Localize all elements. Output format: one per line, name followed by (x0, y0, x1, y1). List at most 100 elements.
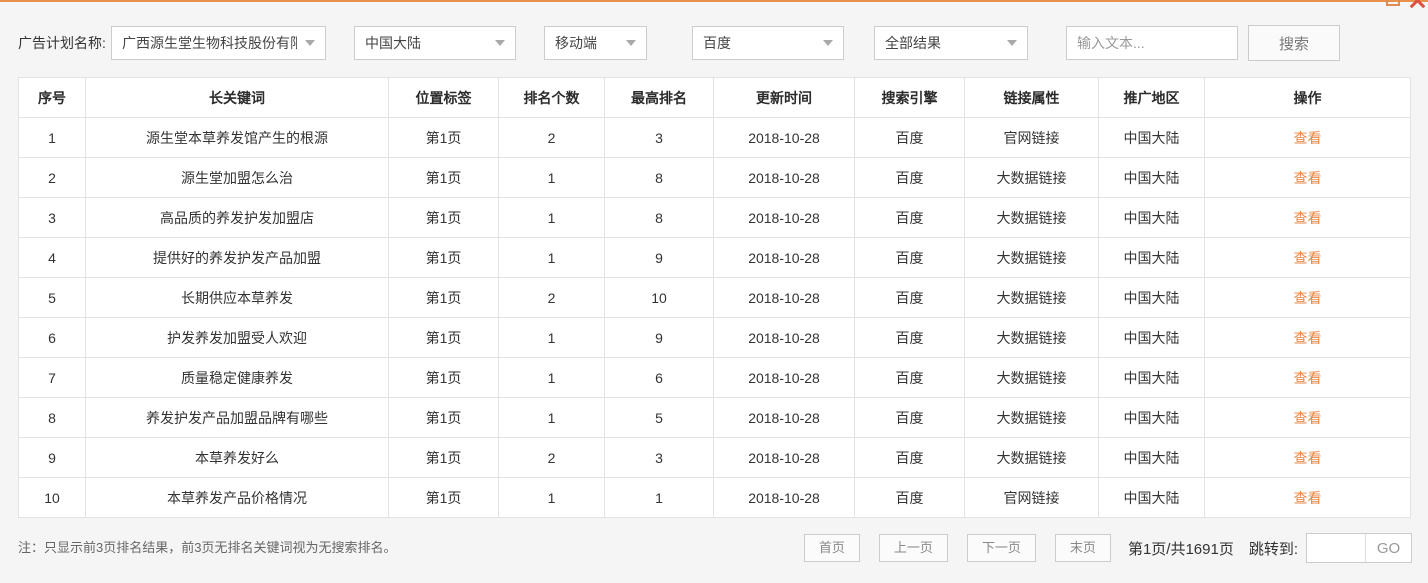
table-header-row: 序号 长关键词 位置标签 排名个数 最高排名 更新时间 搜索引擎 链接属性 推广地区 操作 (18, 77, 1411, 118)
view-link[interactable]: 查看 (1294, 170, 1322, 186)
view-link[interactable]: 查看 (1294, 490, 1322, 506)
cell-link-type: 大数据链接 (964, 317, 1099, 358)
cell-region: 中国大陆 (1098, 397, 1205, 438)
cell-search-engine: 百度 (854, 157, 965, 198)
search-button[interactable]: 搜索 (1248, 25, 1340, 61)
cell-region: 中国大陆 (1098, 237, 1205, 278)
cell-keyword: 长期供应本草养发 (85, 277, 389, 318)
next-page-button[interactable]: 下一页 (966, 534, 1036, 562)
cell-search-engine: 百度 (854, 117, 965, 158)
cell-best-rank: 9 (604, 237, 714, 278)
view-link[interactable]: 查看 (1294, 210, 1322, 226)
cell-index: 5 (18, 277, 86, 318)
column-header: 操作 (1204, 77, 1411, 118)
region-select[interactable]: 中国大陆 (354, 26, 516, 60)
view-link[interactable]: 查看 (1294, 370, 1322, 386)
cell-link-type: 大数据链接 (964, 237, 1099, 278)
cell-action: 查看 (1204, 277, 1411, 318)
cell-keyword: 本草养发好么 (85, 437, 389, 478)
chevron-down-icon (823, 40, 833, 46)
cell-update-time: 2018-10-28 (713, 237, 855, 278)
close-window-icon[interactable] (1409, 0, 1425, 8)
cell-position-tag: 第1页 (388, 357, 499, 398)
device-select-value: 移动端 (555, 35, 597, 51)
cell-best-rank: 5 (604, 397, 714, 438)
cell-index: 2 (18, 157, 86, 198)
cell-keyword: 提供好的养发护发产品加盟 (85, 237, 389, 278)
keyword-search-input[interactable] (1066, 26, 1238, 60)
cell-keyword: 源生堂本草养发馆产生的根源 (85, 117, 389, 158)
jump-box: GO (1306, 533, 1412, 563)
cell-link-type: 大数据链接 (964, 157, 1099, 198)
table-row: 8 养发护发产品加盟品牌有哪些 第1页 1 5 2018-10-28 百度 大数据链接 中国大陆… (18, 397, 1411, 438)
cell-rank-count: 2 (498, 277, 605, 318)
cell-search-engine: 百度 (854, 317, 965, 358)
page-info: 第1页/共1691页 (1127, 540, 1234, 558)
cell-search-engine: 百度 (854, 397, 965, 438)
go-button[interactable]: GO (1365, 534, 1411, 562)
view-link[interactable]: 查看 (1294, 290, 1322, 306)
cell-rank-count: 2 (498, 117, 605, 158)
prev-page-button[interactable]: 上一页 (878, 534, 948, 562)
cell-index: 1 (18, 117, 86, 158)
cell-search-engine: 百度 (854, 237, 965, 278)
cell-search-engine: 百度 (854, 357, 965, 398)
cell-update-time: 2018-10-28 (713, 437, 855, 478)
cell-rank-count: 2 (498, 437, 605, 478)
result-filter-select[interactable]: 全部结果 (874, 26, 1028, 60)
cell-keyword: 养发护发产品加盟品牌有哪些 (85, 397, 389, 438)
window-controls (1386, 0, 1425, 8)
cell-rank-count: 1 (498, 197, 605, 238)
column-header: 更新时间 (713, 77, 855, 118)
cell-region: 中国大陆 (1098, 277, 1205, 318)
jump-page-input[interactable] (1307, 534, 1365, 562)
cell-index: 6 (18, 317, 86, 358)
cell-rank-count: 1 (498, 237, 605, 278)
cell-rank-count: 1 (498, 397, 605, 438)
view-link[interactable]: 查看 (1294, 250, 1322, 266)
cell-link-type: 官网链接 (964, 477, 1099, 518)
cell-action: 查看 (1204, 357, 1411, 398)
cell-update-time: 2018-10-28 (713, 117, 855, 158)
search-engine-select[interactable]: 百度 (692, 26, 844, 60)
device-select[interactable]: 移动端 (544, 26, 647, 60)
cell-region: 中国大陆 (1098, 197, 1205, 238)
column-header: 推广地区 (1098, 77, 1205, 118)
last-page-button[interactable]: 末页 (1054, 534, 1111, 562)
region-select-value: 中国大陆 (365, 35, 421, 51)
search-engine-select-value: 百度 (703, 35, 731, 51)
view-link[interactable]: 查看 (1294, 450, 1322, 466)
view-link[interactable]: 查看 (1294, 410, 1322, 426)
ad-plan-select-value: 广西源生堂生物科技股份有限... (122, 35, 297, 51)
cell-keyword: 本草养发产品价格情况 (85, 477, 389, 518)
cell-update-time: 2018-10-28 (713, 357, 855, 398)
column-header: 位置标签 (388, 77, 499, 118)
restore-window-icon[interactable] (1386, 0, 1400, 6)
cell-action: 查看 (1204, 397, 1411, 438)
filter-bar: 广告计划名称: 广西源生堂生物科技股份有限... 中国大陆 移动端 百度 全部结… (18, 25, 1340, 61)
cell-update-time: 2018-10-28 (713, 397, 855, 438)
top-accent-bar (0, 0, 1428, 2)
cell-link-type: 大数据链接 (964, 397, 1099, 438)
cell-action: 查看 (1204, 477, 1411, 518)
footer-note: 注：只显示前3页排名结果，前3页无排名关键词视为无搜索排名。 (18, 540, 397, 555)
cell-best-rank: 10 (604, 277, 714, 318)
view-link[interactable]: 查看 (1294, 330, 1322, 346)
cell-update-time: 2018-10-28 (713, 197, 855, 238)
view-link[interactable]: 查看 (1294, 130, 1322, 146)
cell-position-tag: 第1页 (388, 437, 499, 478)
cell-region: 中国大陆 (1098, 317, 1205, 358)
cell-best-rank: 3 (604, 117, 714, 158)
ad-plan-select[interactable]: 广西源生堂生物科技股份有限... (111, 26, 326, 60)
chevron-down-icon (1007, 40, 1017, 46)
first-page-button[interactable]: 首页 (803, 534, 860, 562)
cell-search-engine: 百度 (854, 197, 965, 238)
column-header: 长关键词 (85, 77, 389, 118)
cell-region: 中国大陆 (1098, 357, 1205, 398)
table-row: 6 护发养发加盟受人欢迎 第1页 1 9 2018-10-28 百度 大数据链接 中国大陆 查看 (18, 317, 1411, 358)
cell-link-type: 大数据链接 (964, 197, 1099, 238)
pagination: 首页 上一页 下一页 末页 第1页/共1691页 跳转到: GO (803, 533, 1412, 563)
cell-position-tag: 第1页 (388, 237, 499, 278)
cell-keyword: 质量稳定健康养发 (85, 357, 389, 398)
chevron-down-icon (626, 40, 636, 46)
